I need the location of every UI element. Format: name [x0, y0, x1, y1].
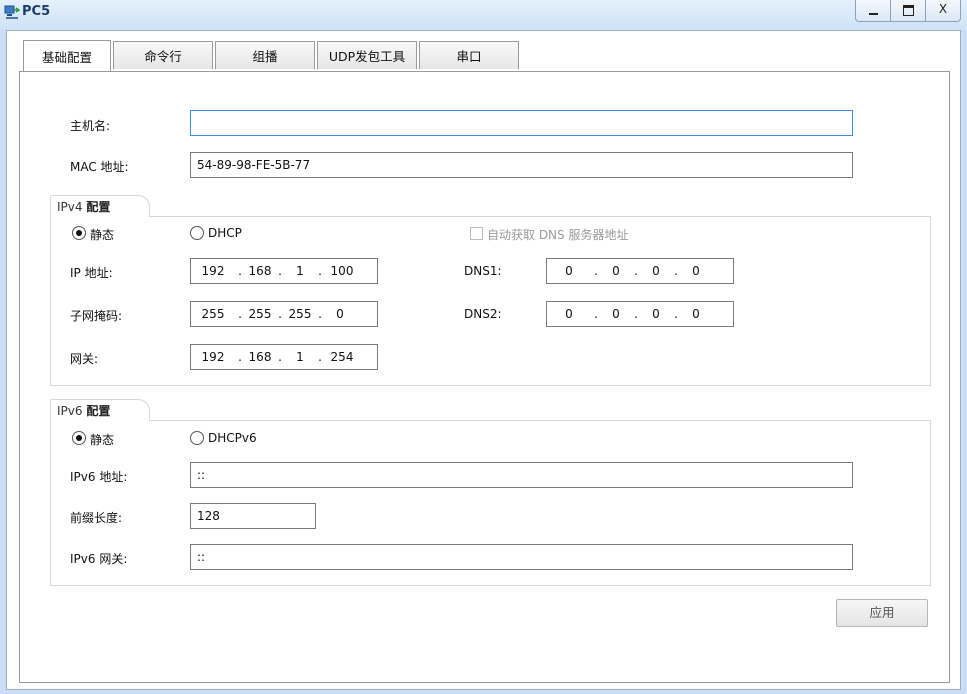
ip-dot: .	[238, 264, 242, 278]
ipv6-gateway-label: IPv6 网关:	[70, 552, 128, 566]
dns2-field[interactable]: 0. 0. 0. 0	[546, 301, 734, 327]
ipv4-group-prefix: IPv4	[57, 200, 83, 214]
dns2-octet-1: 0	[565, 307, 573, 321]
ip-dot: .	[594, 307, 598, 321]
gateway-field[interactable]: 192. 168. 1. 254	[190, 344, 378, 370]
dns1-octet-2: 0	[612, 264, 620, 278]
mac-address-field[interactable]: 54-89-98-FE-5B-77	[190, 152, 853, 178]
ip-octet-1: 192	[201, 264, 225, 278]
dns2-octet-4: 0	[692, 307, 700, 321]
ipv6-static-radio[interactable]	[72, 431, 86, 445]
dns1-octet-1: 0	[565, 264, 573, 278]
ipv6-dhcpv6-label: DHCPv6	[208, 431, 257, 445]
ip-dot: .	[278, 350, 282, 364]
ipv4-static-label: 静态	[90, 228, 115, 242]
auto-dns-checkbox[interactable]	[470, 227, 483, 240]
ip-dot: .	[278, 264, 282, 278]
pc-app-icon	[4, 5, 20, 19]
prefix-length-label: 前缀长度:	[70, 511, 123, 525]
window-client-area: 基础配置 命令行 组播 UDP发包工具 串口 主机名: MAC 地址: 54-8…	[6, 30, 961, 690]
tab-basic-config[interactable]: 基础配置	[23, 40, 111, 71]
ip-octet-3: 1	[296, 264, 304, 278]
basic-config-panel: 主机名: MAC 地址: 54-89-98-FE-5B-77 IPv4 配置 静…	[19, 71, 950, 683]
ipv4-group-title: 配置	[86, 200, 111, 214]
ip-dot: .	[318, 307, 322, 321]
ip-dot: .	[278, 307, 282, 321]
close-icon: X	[938, 2, 948, 16]
ip-address-label: IP 地址:	[70, 266, 113, 280]
dns1-octet-3: 0	[652, 264, 660, 278]
gateway-octet-4: 254	[330, 350, 354, 364]
gateway-label: 网关:	[70, 352, 99, 366]
ip-dot: .	[238, 307, 242, 321]
gateway-octet-3: 1	[296, 350, 304, 364]
mask-octet-2: 255	[248, 307, 272, 321]
mask-octet-1: 255	[201, 307, 225, 321]
tab-udp-tool[interactable]: UDP发包工具	[317, 41, 417, 69]
hostname-input[interactable]	[190, 110, 853, 136]
apply-button[interactable]: 应用	[836, 599, 928, 627]
subnet-mask-label: 子网掩码:	[70, 309, 123, 323]
title-bar: PC5 X	[0, 0, 967, 30]
ip-octet-2: 168	[248, 264, 272, 278]
mask-octet-3: 255	[288, 307, 312, 321]
ipv6-address-field[interactable]: ::	[190, 462, 853, 488]
ip-dot: .	[594, 264, 598, 278]
minimize-icon	[869, 13, 878, 15]
ip-dot: .	[674, 307, 678, 321]
prefix-length-field[interactable]: 128	[190, 503, 316, 529]
subnet-mask-field[interactable]: 255. 255. 255. 0	[190, 301, 378, 327]
ipv6-group-prefix: IPv6	[57, 404, 83, 418]
mac-label: MAC 地址:	[70, 160, 129, 174]
tab-serial[interactable]: 串口	[419, 41, 519, 69]
window-controls: X	[855, 0, 961, 22]
dns2-octet-2: 0	[612, 307, 620, 321]
hostname-label: 主机名:	[70, 119, 111, 133]
gateway-octet-2: 168	[248, 350, 272, 364]
ipv6-dhcpv6-radio[interactable]	[190, 431, 204, 445]
ipv6-gateway-field[interactable]: ::	[190, 544, 853, 570]
ip-dot: .	[318, 350, 322, 364]
minimize-button[interactable]	[855, 0, 891, 22]
window-title: PC5	[22, 4, 51, 19]
dns1-field[interactable]: 0. 0. 0. 0	[546, 258, 734, 284]
tab-strip: 基础配置 命令行 组播 UDP发包工具 串口	[23, 40, 521, 71]
gateway-octet-1: 192	[201, 350, 225, 364]
dns1-octet-4: 0	[692, 264, 700, 278]
ipv4-dhcp-label: DHCP	[208, 226, 242, 240]
ip-dot: .	[634, 307, 638, 321]
ip-octet-4: 100	[330, 264, 354, 278]
ipv6-group-tab: IPv6 配置	[50, 399, 150, 421]
ipv6-address-label: IPv6 地址:	[70, 470, 128, 484]
dns2-octet-3: 0	[652, 307, 660, 321]
ip-address-field[interactable]: 192. 168. 1. 100	[190, 258, 378, 284]
ipv6-group-title: 配置	[86, 404, 111, 418]
tab-multicast[interactable]: 组播	[215, 41, 315, 69]
ip-dot: .	[318, 264, 322, 278]
tab-command-line[interactable]: 命令行	[113, 41, 213, 69]
dns1-label: DNS1:	[464, 264, 502, 278]
ipv4-dhcp-radio[interactable]	[190, 226, 204, 240]
mask-octet-4: 0	[336, 307, 344, 321]
ip-dot: .	[634, 264, 638, 278]
ipv4-static-radio[interactable]	[72, 226, 86, 240]
ip-dot: .	[238, 350, 242, 364]
ip-dot: .	[674, 264, 678, 278]
maximize-button[interactable]	[890, 0, 926, 22]
maximize-icon	[903, 5, 914, 16]
dns2-label: DNS2:	[464, 307, 502, 321]
ipv6-static-label: 静态	[90, 433, 115, 447]
ipv4-group-tab: IPv4 配置	[50, 195, 150, 217]
close-button[interactable]: X	[925, 0, 961, 22]
auto-dns-label: 自动获取 DNS 服务器地址	[487, 228, 629, 242]
